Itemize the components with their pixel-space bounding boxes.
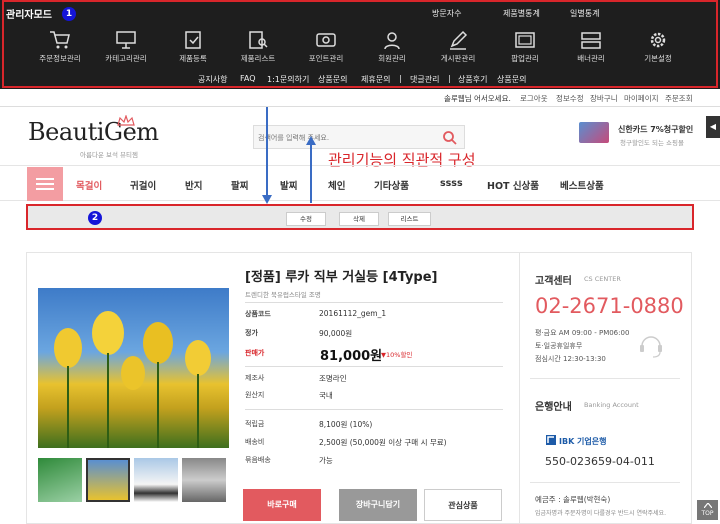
logo-tagline: 아름다운 보석 뷰티젬 <box>80 151 138 159</box>
promo-title[interactable]: 신한카드 7%청구할인 <box>618 124 693 135</box>
cs-phone: 02-2671-0880 <box>535 294 684 318</box>
label-origin: 원산지 <box>245 391 265 399</box>
sale-price: 81,000원 <box>320 349 383 364</box>
side-panel-toggle[interactable]: ◀ <box>706 116 720 138</box>
scroll-top-button[interactable]: TOP <box>697 500 718 520</box>
divider <box>245 409 503 410</box>
add-to-cart-button[interactable]: 장바구니담기 <box>339 489 417 521</box>
arrow-head-icon <box>306 136 316 145</box>
top-label: TOP <box>701 510 714 517</box>
nav-item-other[interactable]: 기타상품 <box>374 178 409 192</box>
bank-holder: 예금주 : 솔루웹(박현숙) <box>535 495 611 504</box>
search-input[interactable] <box>258 130 438 145</box>
value-shipping: 2,500원 (50,000원 이상 구매 시 무료) <box>319 438 447 447</box>
chevron-up-icon <box>703 502 712 509</box>
label-points: 적립금 <box>245 420 265 428</box>
cs-title: 고객센터 <box>535 276 572 287</box>
crown-icon <box>117 115 135 126</box>
mypage-link[interactable]: 마이페이지 <box>624 93 659 104</box>
label-manufacturer: 제조사 <box>245 374 265 382</box>
product-main-image <box>38 288 229 448</box>
thumbnail-1[interactable] <box>38 458 82 502</box>
value-list-price: 90,000원 <box>319 329 353 338</box>
divider <box>530 378 680 379</box>
list-button[interactable]: 리스트 <box>388 212 431 226</box>
main-nav: 목걸이 귀걸이 반지 팔찌 발찌 체인 기타상품 ssss HOT 신상품 베스… <box>0 165 720 201</box>
user-bar: 솔루웹님 어서오세요. 로그아웃 정보수정 장바구니 마이페이지 주문조회 <box>0 89 720 107</box>
cs-hours-weekend: 토·일공휴일휴무 <box>535 342 583 350</box>
nav-item-anklet[interactable]: 발찌 <box>280 178 297 192</box>
connector-arrow <box>266 107 268 202</box>
logout-link[interactable]: 로그아웃 <box>520 93 548 104</box>
bank-title-en: Banking Account <box>584 401 639 409</box>
thumbnail-4[interactable] <box>182 458 226 502</box>
buy-now-button[interactable]: 바로구매 <box>243 489 321 521</box>
nav-item-earring[interactable]: 귀걸이 <box>130 178 156 192</box>
headset-icon <box>640 336 662 358</box>
value-product-code: 20161112_gem_1 <box>319 309 387 318</box>
connector-arrow <box>310 143 312 203</box>
divider <box>530 482 680 483</box>
label-sale-price: 판매가 <box>245 349 265 357</box>
bank-note: 입금자명과 주문자명이 다를경우 반드시 연락주세요. <box>535 510 666 517</box>
nav-item-ring[interactable]: 반지 <box>185 178 202 192</box>
bank-name: IBK 기업은행 <box>559 437 607 446</box>
cs-hours-lunch: 점심시간 12:30-13:30 <box>535 355 606 363</box>
arrow-head-icon <box>262 195 272 204</box>
label-bundle: 묶음배송 <box>245 456 271 464</box>
label-shipping: 배송비 <box>245 438 265 446</box>
divider <box>245 366 503 367</box>
wishlist-button[interactable]: 관심상품 <box>424 489 502 521</box>
bank-title: 은행안내 <box>535 402 572 413</box>
admin-action-bar: 2 수정 삭제 리스트 <box>26 204 694 230</box>
product-subtitle: 트렌디한 북유럽스타일 조명 <box>245 291 321 299</box>
search-box <box>253 125 465 149</box>
cart-link[interactable]: 장바구니 <box>590 93 618 104</box>
logo-name: BeautiGem <box>28 118 159 146</box>
product-title: [정품] 루카 직부 거실등 [4Type] <box>245 270 438 285</box>
cs-hours-weekday: 평·금요 AM 09:00 - PM06:00 <box>535 329 630 337</box>
nav-item-hot[interactable]: HOT 신상품 <box>487 178 539 192</box>
nav-item-necklace[interactable]: 목걸이 <box>76 178 102 192</box>
cs-title-en: CS CENTER <box>584 275 621 283</box>
admin-highlight-box <box>2 0 718 88</box>
value-manufacturer: 조명라인 <box>319 374 347 383</box>
nav-item-bracelet[interactable]: 팔찌 <box>231 178 248 192</box>
label-list-price: 정가 <box>245 329 258 337</box>
thumbnail-3[interactable] <box>134 458 178 502</box>
badge-2: 2 <box>88 211 102 225</box>
nav-item-chain[interactable]: 체인 <box>328 178 345 192</box>
tulip-image <box>54 311 211 448</box>
search-icon[interactable] <box>442 130 458 146</box>
delete-button[interactable]: 삭제 <box>339 212 379 226</box>
value-points: 8,100원 (10%) <box>319 420 373 429</box>
column-divider <box>519 252 520 524</box>
promo-subtitle: 청구할인도 되는 쇼핑몰 <box>620 139 684 147</box>
hamburger-menu-icon[interactable] <box>27 167 63 201</box>
thumbnail-2[interactable] <box>86 458 130 502</box>
ibk-logo-icon <box>546 435 556 445</box>
divider <box>245 302 503 303</box>
bank-account: 550-023659-04-011 <box>545 455 655 468</box>
nav-item-ssss[interactable]: ssss <box>440 178 463 189</box>
welcome-text: 솔루웹님 어서오세요. <box>444 94 511 103</box>
edit-info-link[interactable]: 정보수정 <box>556 93 584 104</box>
nav-item-best[interactable]: 베스트상품 <box>560 178 604 192</box>
credit-card-image <box>579 122 609 143</box>
value-origin: 국내 <box>319 391 333 400</box>
edit-button[interactable]: 수정 <box>286 212 326 226</box>
site-logo[interactable]: BeautiGem 아름다운 보석 뷰티젬 <box>28 115 159 159</box>
value-bundle: 가능 <box>319 456 333 465</box>
label-product-code: 상품코드 <box>245 310 271 318</box>
discount-badge: ▼10%할인 <box>381 351 413 359</box>
order-lookup-link[interactable]: 주문조회 <box>665 93 693 104</box>
